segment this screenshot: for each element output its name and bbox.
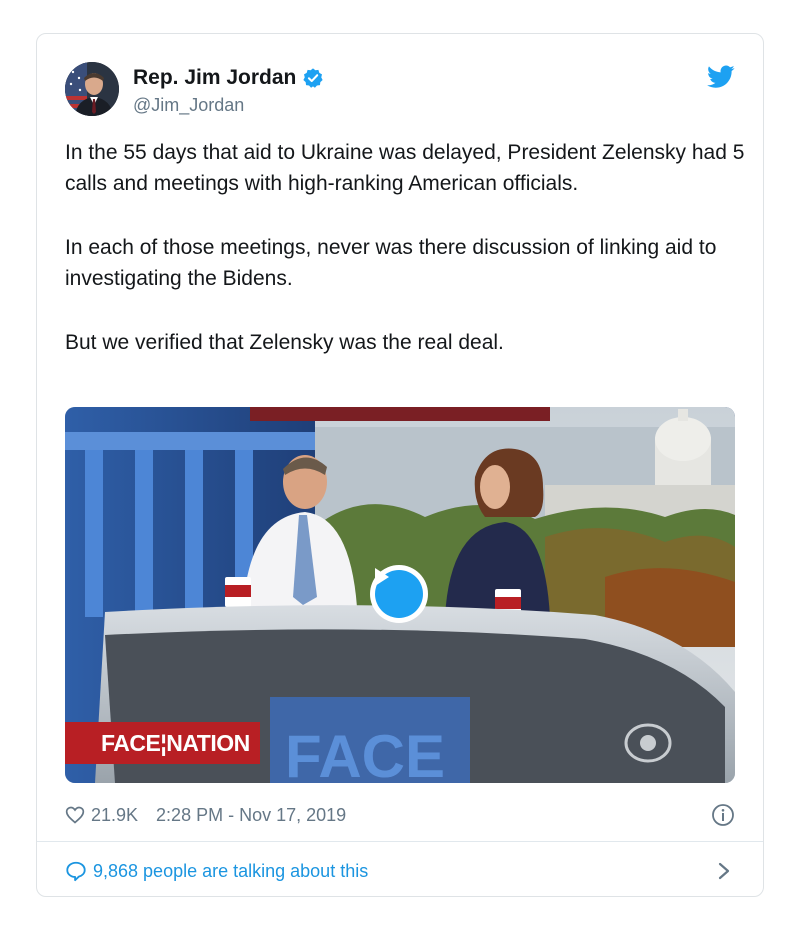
svg-text:FACE: FACE	[285, 723, 445, 783]
face-the-nation-logo: FACE¦NATION	[65, 722, 260, 764]
like-count[interactable]: 21.9K	[91, 805, 138, 826]
verified-badge-icon	[303, 68, 324, 88]
play-button-inner	[375, 568, 423, 618]
tweet-timestamp[interactable]: 2:28 PM - Nov 17, 2019	[156, 805, 346, 826]
tweet-paragraph-3: But we verified that Zelensky was the re…	[65, 331, 504, 354]
author-avatar[interactable]	[65, 62, 119, 116]
chevron-right-icon[interactable]	[717, 861, 731, 881]
author-handle[interactable]: @Jim_Jordan	[133, 95, 244, 116]
play-icon	[375, 568, 389, 586]
author-name[interactable]: Rep. Jim Jordan	[133, 66, 296, 90]
speech-bubble-icon	[66, 861, 86, 882]
tweet-text: In the 55 days that aid to Ukraine was d…	[65, 137, 745, 358]
talking-count-text[interactable]: 9,868 people are talking about this	[93, 861, 368, 882]
tweet-card: Rep. Jim Jordan @Jim_Jordan In the 55 da…	[36, 33, 764, 897]
heart-icon[interactable]	[65, 805, 85, 825]
tweet-paragraph-2: In each of those meetings, never was the…	[65, 236, 717, 290]
info-icon[interactable]	[711, 803, 735, 827]
play-button[interactable]	[370, 565, 428, 623]
tweet-header: Rep. Jim Jordan @Jim_Jordan	[65, 62, 735, 122]
tweet-paragraph-1: In the 55 days that aid to Ukraine was d…	[65, 141, 745, 195]
tweet-meta: 21.9K 2:28 PM - Nov 17, 2019	[65, 801, 735, 829]
divider	[37, 841, 763, 842]
twitter-bird-icon[interactable]	[707, 65, 735, 89]
video-thumbnail[interactable]: FACE FACE¦NATION	[65, 407, 735, 783]
conversation-link[interactable]: 9,868 people are talking about this	[65, 857, 735, 885]
author-name-row: Rep. Jim Jordan	[133, 66, 324, 90]
